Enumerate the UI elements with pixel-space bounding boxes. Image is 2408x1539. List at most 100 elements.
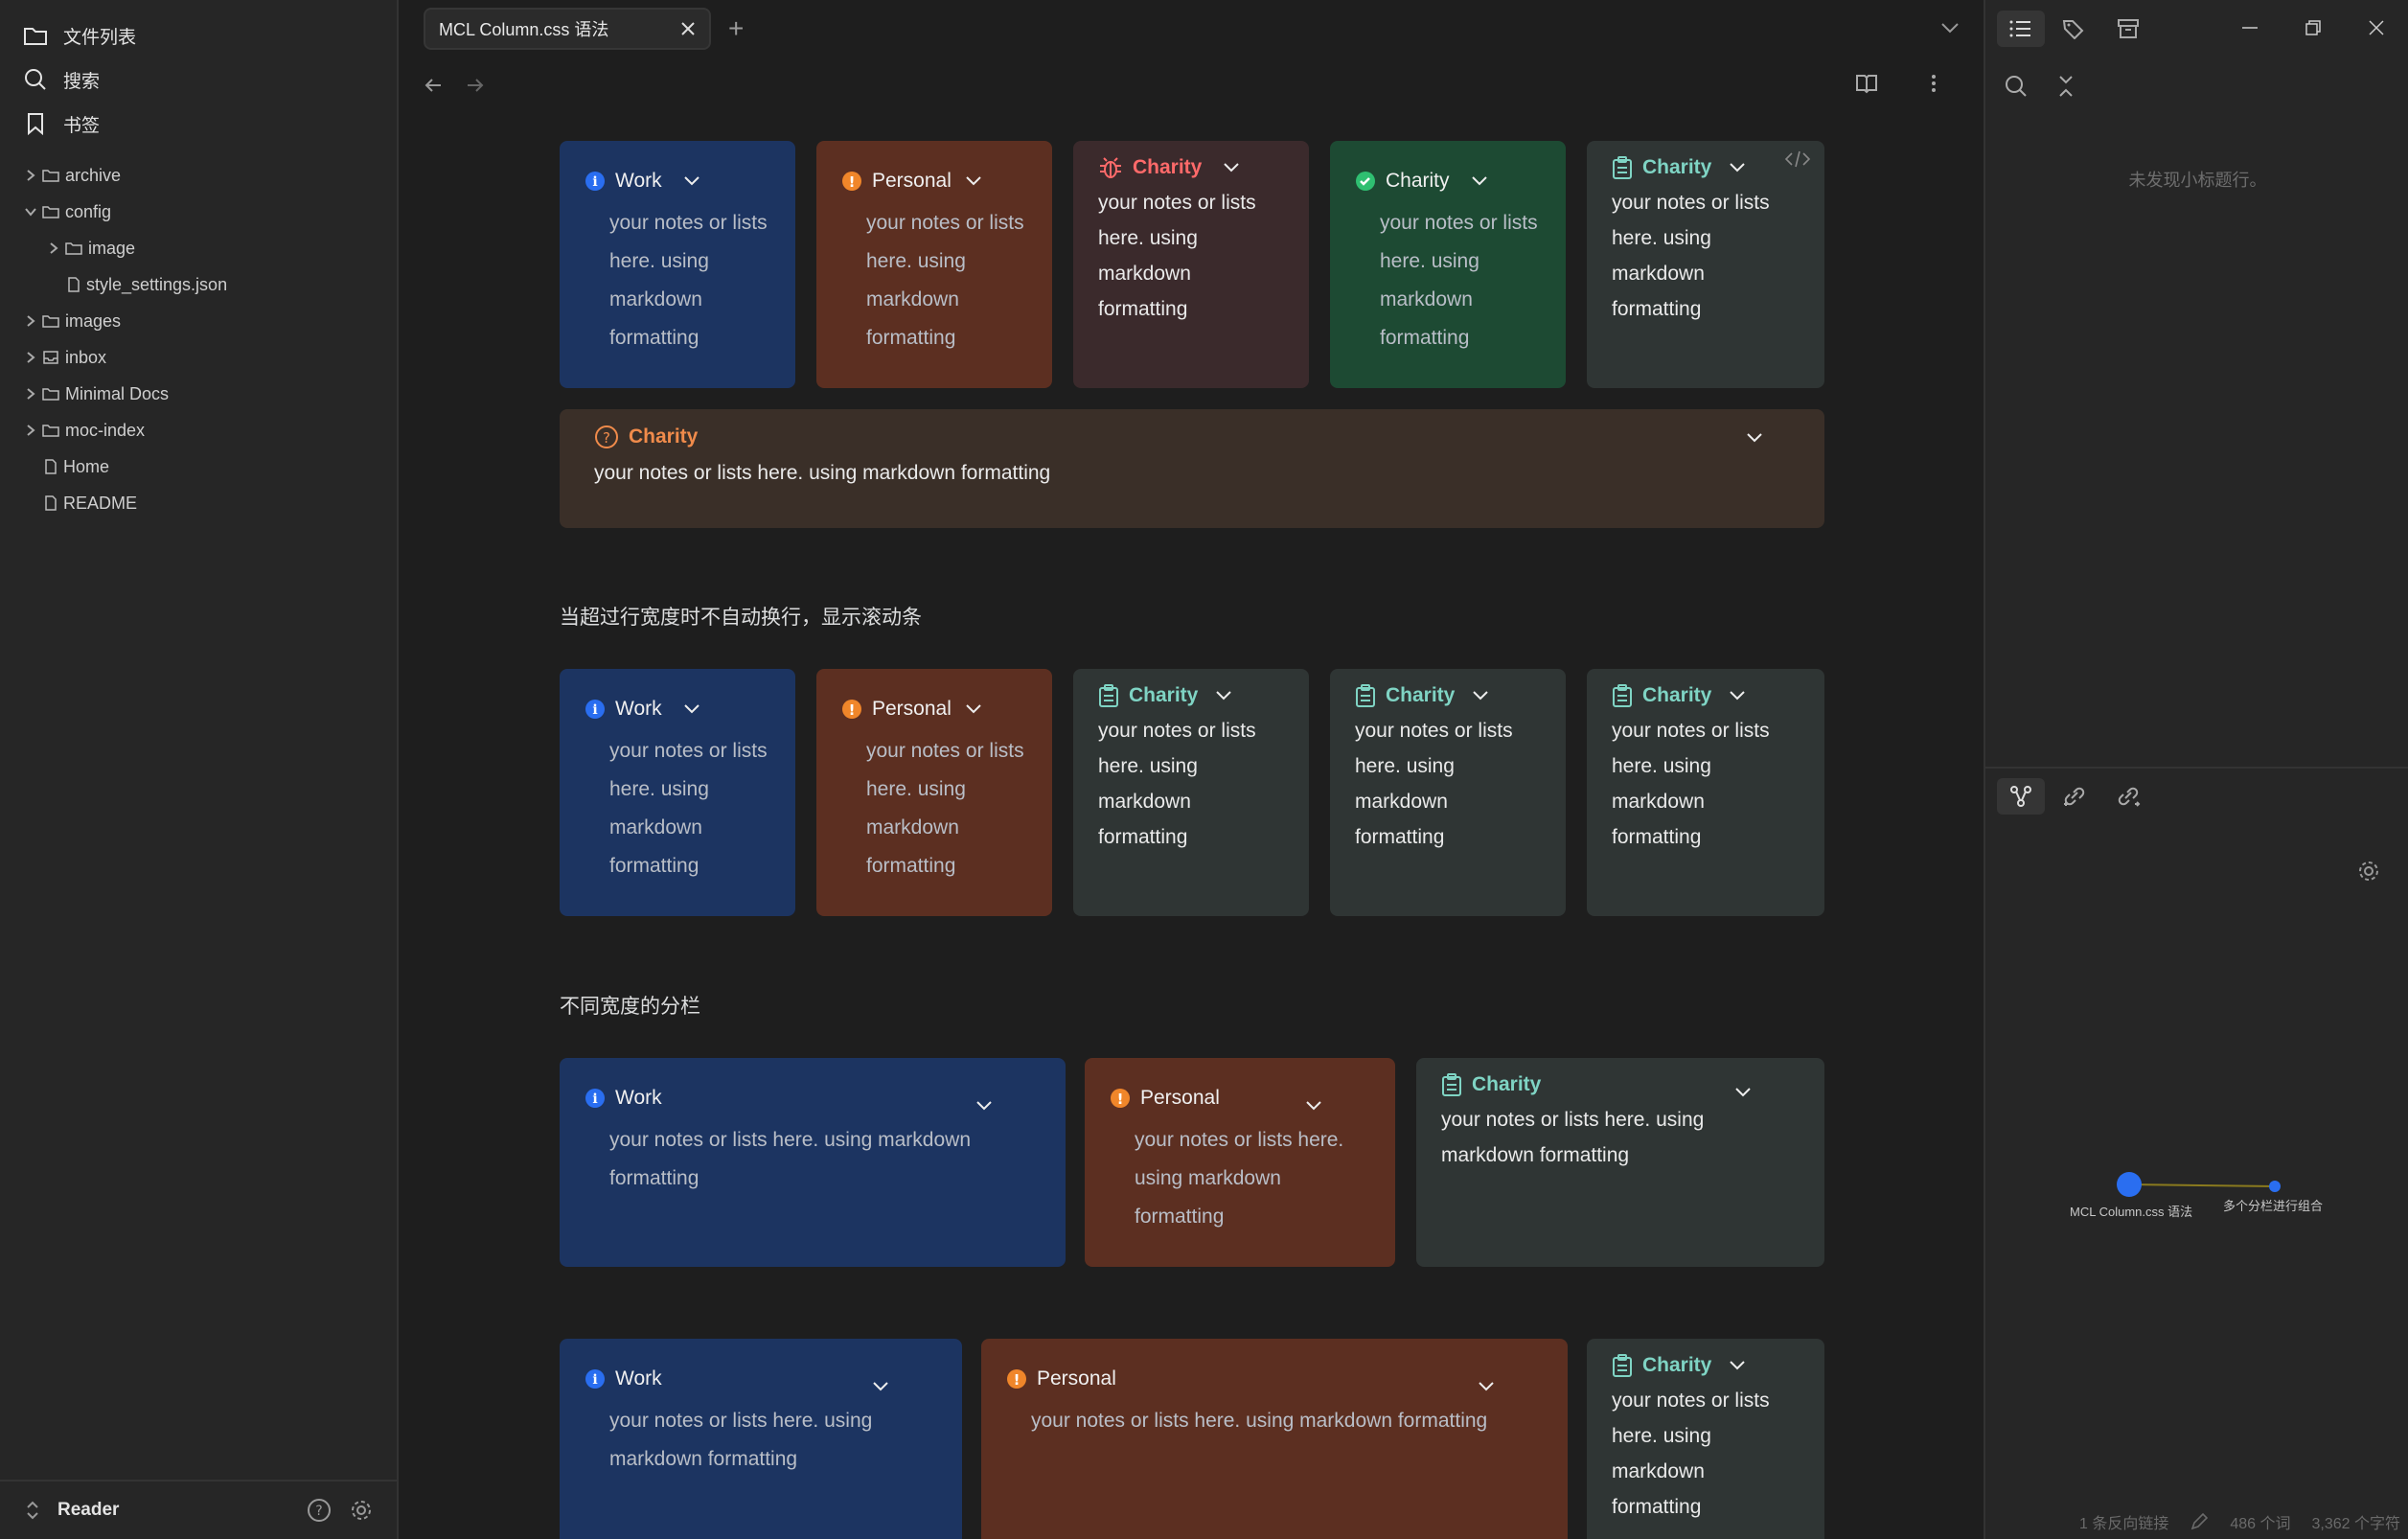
chevron-down-icon[interactable] <box>683 703 700 715</box>
chevron-down-icon[interactable] <box>965 175 982 187</box>
callout-work[interactable]: i Work your notes or lists here. using m… <box>560 141 795 388</box>
callout-charity-clipboard[interactable]: Charity your notes or lists here. using … <box>1587 141 1824 388</box>
code-icon[interactable] <box>1784 150 1811 168</box>
chevron-down-icon[interactable] <box>1729 1360 1746 1371</box>
tree-item-home[interactable]: Home <box>25 448 397 485</box>
chevron-down-icon[interactable] <box>1472 690 1489 701</box>
callout-personal[interactable]: ! Personal your notes or lists here. usi… <box>816 141 1052 388</box>
svg-text:i: i <box>592 174 597 190</box>
outline-empty-message: 未发现小标题行。 <box>2128 171 2267 190</box>
warning-icon: ! <box>842 172 861 191</box>
callout-charity-clipboard[interactable]: Charity your notes or lists here. using … <box>1587 669 1824 916</box>
callout-body: your notes or lists here. using markdown… <box>1098 192 1256 320</box>
chevron-down-icon[interactable] <box>1223 162 1240 173</box>
chevron-down-icon[interactable] <box>1478 1381 1495 1392</box>
callout-personal[interactable]: ! Personal your notes or lists here. usi… <box>981 1339 1568 1539</box>
svg-text:!: ! <box>849 701 856 719</box>
local-graph[interactable] <box>1985 1150 2408 1227</box>
search-nav[interactable]: 搜索 <box>23 57 374 102</box>
outgoing-links-tab[interactable] <box>2104 778 2152 815</box>
callout-work[interactable]: i Work your notes or lists here. using m… <box>560 1058 1066 1267</box>
chevron-down-icon[interactable] <box>872 1381 889 1392</box>
chevron-right-icon <box>27 388 35 400</box>
outline-tab[interactable] <box>1997 11 2045 47</box>
tags-tab[interactable] <box>2051 11 2098 47</box>
callout-body: your notes or lists here. using markdown… <box>866 212 1024 349</box>
chevron-down-icon[interactable] <box>1746 432 1763 444</box>
vault-name[interactable]: Reader <box>57 1500 119 1521</box>
section-heading-widths: 不同宽度的分栏 <box>560 996 700 1018</box>
clipboard-icon <box>1356 684 1375 707</box>
chevron-down-icon[interactable] <box>1471 175 1488 187</box>
tree-item-minimal-docs[interactable]: Minimal Docs <box>25 376 397 412</box>
backlinks-tab[interactable] <box>2051 778 2098 815</box>
chevron-right-icon <box>27 170 35 181</box>
tree-item-images[interactable]: images <box>25 303 397 339</box>
files-nav[interactable]: 文件列表 <box>23 13 374 57</box>
right-sidebar: 未发现小标题行。 MCL Column.css 语法 多个分栏进行组合 1 条反… <box>1984 0 2408 1539</box>
callout-charity-clipboard[interactable]: Charity your notes or lists here. using … <box>1330 669 1566 916</box>
callout-personal[interactable]: ! Personal your notes or lists here. usi… <box>1085 1058 1395 1267</box>
close-icon[interactable] <box>680 21 696 36</box>
callout-charity-success[interactable]: Charity your notes or lists here. using … <box>1330 141 1566 388</box>
tree-item-readme[interactable]: README <box>25 485 397 521</box>
tree-item-archive[interactable]: archive <box>25 157 397 194</box>
search-label: 搜索 <box>63 71 101 92</box>
chevron-down-icon[interactable] <box>1215 690 1232 701</box>
collapse-icon[interactable] <box>2056 75 2075 98</box>
callout-charity-clipboard[interactable]: Charity your notes or lists here. using … <box>1587 1339 1824 1539</box>
callout-work[interactable]: i Work your notes or lists here. using m… <box>560 1339 962 1539</box>
back-arrow-icon[interactable] <box>424 76 443 95</box>
callout-title: Charity <box>1642 156 1712 178</box>
archive-tab[interactable] <box>2104 11 2152 47</box>
minimize-button[interactable] <box>2218 0 2282 56</box>
local-graph-tab[interactable] <box>1997 778 2045 815</box>
tree-item-inbox[interactable]: inbox <box>25 339 397 376</box>
callout-charity-question[interactable]: ? Charity your notes or lists here. usin… <box>560 409 1824 528</box>
tab-active[interactable]: MCL Column.css 语法 <box>424 8 711 50</box>
chevron-down-icon[interactable] <box>1729 690 1746 701</box>
folder-icon <box>42 206 59 218</box>
tree-label: inbox <box>65 347 107 367</box>
chevron-updown-icon[interactable] <box>23 1500 42 1521</box>
callout-work[interactable]: i Work your notes or lists here. using m… <box>560 669 795 916</box>
graph-settings-icon[interactable] <box>2356 859 2381 884</box>
new-tab-button[interactable]: + <box>728 13 744 44</box>
forward-arrow-icon[interactable] <box>466 76 485 95</box>
tree-item-style-settings[interactable]: style_settings.json <box>25 266 397 303</box>
edit-icon[interactable] <box>2190 1512 2209 1531</box>
chevron-down-icon[interactable] <box>1729 162 1746 173</box>
settings-icon[interactable] <box>349 1498 374 1523</box>
tree-item-moc-index[interactable]: moc-index <box>25 412 397 448</box>
backlink-icon <box>2064 787 2085 806</box>
backlinks-count[interactable]: 1 条反向链接 <box>2079 1510 2168 1533</box>
more-options-icon[interactable] <box>1930 73 1938 94</box>
close-icon <box>2369 20 2384 35</box>
restore-button[interactable] <box>2282 0 2345 56</box>
callout-charity-clipboard[interactable]: Charity your notes or lists here. using … <box>1073 669 1309 916</box>
chevron-right-icon <box>27 352 35 363</box>
panel-divider[interactable] <box>1985 767 2408 769</box>
tree-item-config[interactable]: config <box>25 194 397 230</box>
svg-text:!: ! <box>1014 1371 1021 1389</box>
callout-body: your notes or lists here. using markdown… <box>1031 1410 1488 1432</box>
file-sidebar: 文件列表 搜索 书签 archive config image style_se… <box>0 0 399 1539</box>
chevron-down-icon[interactable] <box>1305 1100 1322 1112</box>
help-icon[interactable]: ? <box>307 1498 332 1523</box>
search-icon <box>25 69 46 90</box>
callout-charity-clipboard[interactable]: Charity your notes or lists here. using … <box>1416 1058 1824 1267</box>
chevron-down-icon[interactable] <box>965 703 982 715</box>
bookmarks-nav[interactable]: 书签 <box>23 102 374 146</box>
close-window-button[interactable] <box>2345 0 2408 56</box>
chevron-down-icon[interactable] <box>1734 1087 1752 1098</box>
chevron-down-icon[interactable] <box>683 175 700 187</box>
reading-view-icon[interactable] <box>1855 73 1878 94</box>
chevron-down-icon[interactable] <box>1939 17 1961 38</box>
callout-charity-bug[interactable]: Charity your notes or lists here. using … <box>1073 141 1309 388</box>
callout-personal[interactable]: ! Personal your notes or lists here. usi… <box>816 669 1052 916</box>
tree-item-image[interactable]: image <box>25 230 397 266</box>
chevron-down-icon[interactable] <box>975 1100 993 1112</box>
folder-icon <box>42 315 59 328</box>
search-icon[interactable] <box>2005 75 2028 98</box>
chevron-down-icon <box>25 208 36 217</box>
